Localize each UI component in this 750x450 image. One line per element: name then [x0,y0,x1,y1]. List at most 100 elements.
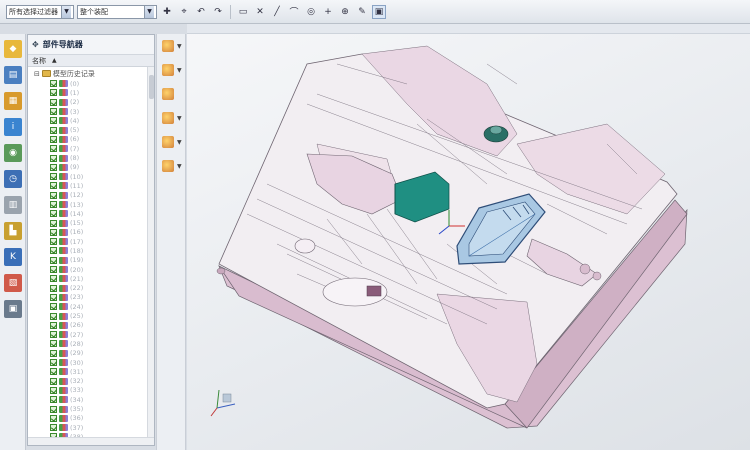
feature-node[interactable]: (6) [28,135,154,144]
checkbox-icon[interactable] [50,154,57,162]
feature-node[interactable]: (17) [28,237,154,246]
checkbox-icon[interactable] [50,145,57,153]
checkbox-icon[interactable] [50,219,57,227]
feature-node[interactable]: (19) [28,256,154,265]
feature-node[interactable]: (36) [28,414,154,423]
strip-tool-3[interactable] [157,82,185,106]
checkbox-icon[interactable] [50,228,57,236]
checkbox-icon[interactable] [50,117,57,125]
chevron-down-icon[interactable]: ▼ [177,43,182,50]
part-navigator-icon[interactable]: ◆ [4,40,22,58]
checkbox-icon[interactable] [50,303,57,311]
checkbox-icon[interactable] [50,349,57,357]
pin-icon[interactable]: ✥ [32,40,39,49]
feature-node[interactable]: (16) [28,228,154,237]
feature-node[interactable]: (29) [28,349,154,358]
checkbox-icon[interactable] [50,424,57,432]
strip-tool-6[interactable]: ▼ [157,154,185,178]
checkbox-icon[interactable] [50,340,57,348]
snap-point-icon[interactable]: ⌖ [177,5,191,19]
line-icon[interactable]: ╱ [270,5,284,19]
pen-icon[interactable]: ✎ [355,5,369,19]
palette-icon[interactable]: ▧ [4,274,22,292]
feature-node[interactable]: (18) [28,246,154,255]
assembly-navigator-icon[interactable]: ▤ [4,66,22,84]
checkbox-icon[interactable] [50,201,57,208]
checkbox-icon[interactable] [50,405,57,413]
checkbox-icon[interactable] [50,126,57,134]
checkbox-icon[interactable] [50,312,57,320]
name-column-header[interactable]: 名称 ▲ [28,55,154,67]
checkbox-icon[interactable] [50,210,57,218]
assembly-scope-select[interactable]: 整个装配 ▼ [77,4,157,19]
feature-node[interactable]: (1) [28,88,154,97]
chevron-down-icon[interactable]: ▼ [177,115,182,122]
feature-node[interactable]: (28) [28,339,154,348]
feature-node[interactable]: (20) [28,265,154,274]
point-icon[interactable]: ✕ [253,5,267,19]
feature-node[interactable]: (8) [28,153,154,162]
checkbox-icon[interactable] [50,275,57,283]
select-filter-icon[interactable]: ✚ [160,5,174,19]
checkbox-icon[interactable] [50,284,57,292]
checkbox-icon[interactable] [50,377,57,385]
strip-tool-2[interactable]: ▼ [157,58,185,82]
plus-icon[interactable]: + [321,5,335,19]
feature-node[interactable]: (33) [28,386,154,395]
feature-node[interactable]: (35) [28,404,154,413]
info-icon[interactable]: i [4,118,22,136]
roles-icon[interactable]: ▣ [4,300,22,318]
history-icon[interactable]: ◷ [4,170,22,188]
selection-filter-select[interactable]: 所有选择过滤器 ▼ [6,4,74,19]
checkbox-icon[interactable] [50,331,57,339]
feature-node[interactable]: (26) [28,321,154,330]
arc-icon[interactable]: ⌒ [287,5,301,19]
checkbox-icon[interactable] [50,163,57,171]
checkbox-icon[interactable] [50,266,57,274]
feature-node[interactable]: (32) [28,377,154,386]
chevron-down-icon[interactable]: ▼ [61,5,71,18]
collapse-icon[interactable]: ⊟ [34,70,40,78]
feature-node[interactable]: (4) [28,116,154,125]
feature-node[interactable]: (13) [28,200,154,209]
checkbox-icon[interactable] [50,293,57,301]
checkbox-icon[interactable] [50,108,57,116]
feature-node[interactable]: (34) [28,395,154,404]
checkbox-icon[interactable] [50,182,57,190]
circle-icon[interactable]: ◎ [304,5,318,19]
document-icon[interactable]: ▥ [4,196,22,214]
strip-tool-4[interactable]: ▼ [157,106,185,130]
feature-node[interactable]: (30) [28,358,154,367]
feature-node[interactable]: (2) [28,98,154,107]
select-rectangle-icon[interactable]: ▭ [236,5,250,19]
feature-node[interactable]: (12) [28,191,154,200]
feature-node[interactable]: (3) [28,107,154,116]
checkbox-icon[interactable] [50,80,57,88]
model-history-node[interactable]: ⊟ 模型历史记录 [28,68,154,79]
checkbox-icon[interactable] [50,368,57,376]
feature-node[interactable]: (24) [28,302,154,311]
chevron-down-icon[interactable]: ▼ [177,139,182,146]
chevron-down-icon[interactable]: ▼ [177,163,182,170]
checkbox-icon[interactable] [50,256,57,264]
checkbox-icon[interactable] [50,135,57,143]
feature-node[interactable]: (0) [28,79,154,88]
redo-icon[interactable]: ↷ [211,5,225,19]
checkbox-icon[interactable] [50,321,57,329]
feature-node[interactable]: (22) [28,284,154,293]
checkbox-icon[interactable] [50,89,57,97]
mold-model[interactable] [187,24,750,450]
feature-node[interactable]: (27) [28,330,154,339]
chevron-down-icon[interactable]: ▼ [177,67,182,74]
scrollbar-thumb[interactable] [149,75,154,99]
target-icon[interactable]: ⊕ [338,5,352,19]
feature-node[interactable]: (31) [28,367,154,376]
graphics-viewport[interactable] [187,24,750,450]
feature-node[interactable]: (10) [28,172,154,181]
checkbox-icon[interactable] [50,359,57,367]
checkbox-icon[interactable] [50,247,57,255]
display-icon[interactable]: ▣ [372,4,386,19]
analysis-icon[interactable]: ▙ [4,222,22,240]
kinematics-icon[interactable]: K [4,248,22,266]
checkbox-icon[interactable] [50,98,57,106]
